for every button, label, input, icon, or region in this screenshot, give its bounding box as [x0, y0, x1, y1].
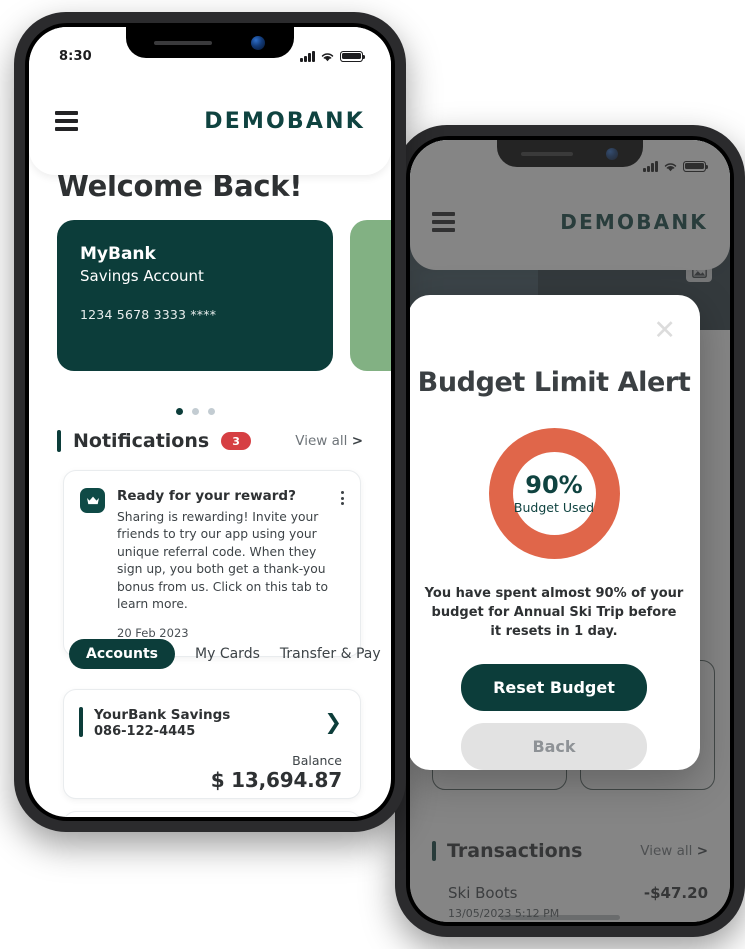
tab-my-cards[interactable]: My Cards — [195, 646, 260, 662]
modal-title: Budget Limit Alert — [417, 367, 691, 398]
crown-icon — [80, 488, 105, 513]
front-phone-screen: DEMOBANK 8:30 Welcome Back! MyBank Savin… — [29, 27, 391, 817]
notifications-view-all-link[interactable]: View all > — [295, 433, 363, 449]
reset-budget-button[interactable]: Reset Budget — [461, 663, 647, 711]
status-time: 8:30 — [59, 48, 92, 64]
status-icons — [300, 50, 366, 62]
section-accent-bar — [57, 430, 61, 452]
donut-center: 90% Budget Used — [512, 452, 596, 535]
front-phone: DEMOBANK 8:30 Welcome Back! MyBank Savin… — [14, 12, 406, 832]
card-bank-name: MyBank — [80, 244, 156, 264]
pagination-dot-1[interactable] — [175, 408, 183, 415]
bank-card-secondary[interactable] — [350, 220, 391, 371]
front-status-bar: 8:30 — [29, 27, 391, 69]
chevron-right-icon: > — [351, 433, 363, 449]
notifications-title: Notifications — [73, 430, 210, 452]
notification-date: 20 Feb 2023 — [117, 625, 189, 640]
card-account-type: Savings Account — [80, 267, 204, 285]
hamburger-menu-icon[interactable] — [55, 111, 78, 131]
notification-title-row: Ready for your reward? — [117, 488, 344, 505]
close-x-icon[interactable]: ✕ — [653, 317, 676, 344]
notifications-count-badge: 3 — [221, 432, 251, 450]
account-card[interactable]: YourBank Savings 086-122-4445 ❯ Balance … — [63, 689, 361, 799]
brand-logo: DEMOBANK — [204, 108, 365, 134]
pagination-dot-2[interactable] — [191, 408, 199, 415]
carousel-pagination-dots[interactable] — [57, 408, 333, 415]
notification-card[interactable]: Ready for your reward? Sharing is reward… — [63, 470, 361, 657]
notifications-section-header: Notifications 3 View all > — [57, 430, 363, 452]
notification-text: Sharing is rewarding! Invite your friend… — [117, 510, 328, 612]
donut-label: Budget Used — [513, 499, 595, 515]
balance-amount: $ 13,694.87 — [210, 768, 342, 792]
card-number: 1234 5678 3333 **** — [80, 307, 217, 322]
back-button[interactable]: Back — [461, 722, 647, 770]
account-card[interactable]: Account ❯ — [63, 811, 361, 817]
account-tabs[interactable]: Accounts My Cards Transfer & Pay — [69, 639, 381, 669]
notification-body: Ready for your reward? Sharing is reward… — [117, 488, 344, 640]
account-number: 086-122-4445 — [94, 724, 196, 739]
back-phone-bezel: DEMOBANK — [406, 136, 734, 926]
battery-icon — [340, 50, 366, 62]
back-phone: DEMOBANK — [395, 125, 745, 937]
tab-accounts[interactable]: Accounts — [69, 639, 176, 669]
balance-label: Balance — [292, 753, 342, 768]
view-all-label: View all — [295, 433, 348, 449]
modal-message: You have spent almost 90% of your budget… — [424, 586, 684, 639]
tab-transfer-and-pay[interactable]: Transfer & Pay — [280, 646, 381, 662]
back-phone-screen: DEMOBANK — [410, 140, 730, 922]
bank-card-primary[interactable]: MyBank Savings Account 1234 5678 3333 **… — [57, 220, 333, 371]
budget-donut-chart: 90% Budget Used — [488, 428, 620, 559]
account-name: YourBank Savings — [94, 707, 231, 723]
notification-title: Ready for your reward? — [117, 488, 296, 504]
account-accent-bar — [79, 707, 83, 737]
wifi-icon — [321, 52, 334, 61]
card-carousel[interactable]: MyBank Savings Account 1234 5678 3333 **… — [57, 220, 391, 371]
chevron-right-icon[interactable]: ❯ — [324, 710, 342, 734]
front-phone-bezel: DEMOBANK 8:30 Welcome Back! MyBank Savin… — [25, 23, 395, 821]
donut-percent-value: 90% — [525, 470, 583, 499]
signal-bars-icon — [300, 50, 315, 62]
budget-limit-alert-modal: ✕ Budget Limit Alert 90% Budget Used You… — [410, 295, 700, 770]
pagination-dot-3[interactable] — [207, 408, 215, 415]
kebab-menu-icon[interactable] — [341, 488, 344, 505]
